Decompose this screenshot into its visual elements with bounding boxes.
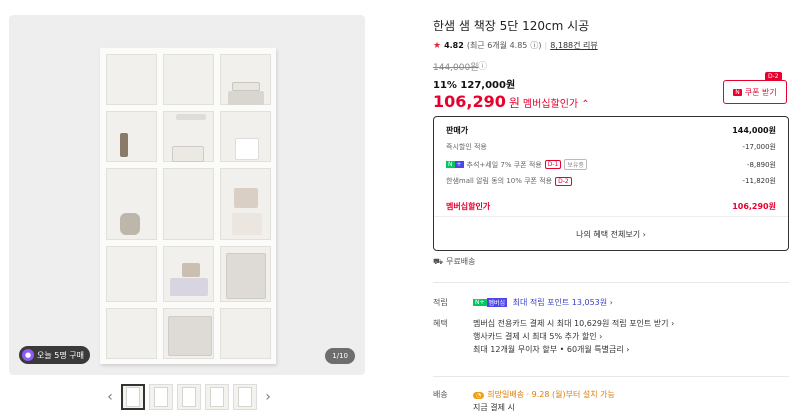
owned-tag: 보유중 [564,159,587,170]
thumbnail-3[interactable] [177,384,201,410]
free-shipping-text: 무료배송 [446,257,476,266]
delivery-key: 배송 [433,390,448,399]
bookshelf-image [100,48,276,364]
thumbnail-5[interactable] [233,384,257,410]
points-text: 최대 적립 포인트 13,053원 › [512,298,613,307]
naver-n-icon: N [733,88,742,96]
delivery-note: 지금 결제 시 [473,403,515,412]
benefit-line[interactable]: 멤버십 전용카드 결제 시 최대 10,629원 적립 포인트 받기 › [473,318,674,331]
price-info-icon[interactable]: ⓘ [478,59,487,72]
chevron-left-icon[interactable]: ‹ [103,389,117,405]
today-purchase-badge: ● 오늘 5명 구매 [19,346,90,364]
delivery-date: ◔ 희망일배송 · 9.28 (월)부터 설치 가능 [473,389,615,402]
naverpay-membership-icon: N+ 멤버십 [473,298,508,307]
naverpay-plus-icon: N + [446,161,464,168]
thumbnail-1[interactable] [121,384,145,410]
review-count-link[interactable]: 8,188건 리뷰 [550,40,598,51]
rating-recent: (최근 6개월 4.85 [466,41,528,50]
divider [433,282,789,283]
benefit-row: 한샘mall 알림 동의 10% 쿠폰 적용 D-2 -11,820원 [446,176,776,186]
member-price-unit: 원 [508,96,520,110]
divider [434,216,788,217]
dday-tag: D-2 [555,176,572,186]
points-content[interactable]: N+ 멤버십 최대 적립 포인트 13,053원 › [473,297,613,308]
rating-score: 4.82 [444,41,464,50]
benefits-key: 혜택 [433,319,448,328]
divider [433,376,789,377]
member-price: 106,290 [433,92,506,111]
points-key: 적립 [433,298,448,307]
product-title: 한샘 샘 책장 5단 120cm 시공 [433,19,590,33]
thumbnail-4[interactable] [205,384,229,410]
rating-row: ★ 4.82 (최근 6개월 4.85 ⓘ) | 8,188건 리뷰 [433,40,598,51]
all-benefits-link[interactable]: 나의 혜택 전체보기 › [434,229,788,240]
benefit-row: N + 추석+세일 7% 쿠폰 적용 D-1 보유중 -8,890원 [446,159,776,170]
product-image-gallery[interactable]: ● 오늘 5명 구매 1/10 [9,15,365,375]
benefit-line[interactable]: 최대 12개월 무이자 할부 • 60개월 특별금리 › [473,344,674,357]
sale-price: 11% 127,000원 [433,80,516,91]
member-price-label: 멤버십할인가 ⌃ [522,99,590,110]
coupon-label: 쿠폰 받기 [744,87,777,97]
purchase-icon: ● [22,349,34,361]
coupon-button[interactable]: N 쿠폰 받기 [723,80,787,104]
clock-icon: ◔ [473,392,485,399]
free-shipping: ⛟ 무료배송 [433,256,476,267]
today-purchase-text: 오늘 5명 구매 [37,350,84,360]
truck-icon: ⛟ [433,256,444,266]
chevron-right-icon[interactable]: › [261,389,275,405]
star-icon: ★ [433,40,442,51]
benefit-line[interactable]: 행사카드 결제 시 최대 5% 추가 할인 › [473,331,674,344]
image-counter: 1/10 [325,348,355,364]
member-price-row[interactable]: 106,290 원 멤버십할인가 ⌃ [433,92,590,111]
dday-tag: D-1 [544,160,562,169]
original-price: 144,000원 [433,63,479,73]
thumbnail-strip: ‹ › [103,384,275,410]
benefit-row-total: 멤버십할인가 106,290원 [446,202,776,211]
benefit-row: 판매가 144,000원 [446,126,776,135]
thumbnail-2[interactable] [149,384,173,410]
info-icon[interactable]: ⓘ) [530,40,541,51]
benefit-row: 즉시할인 적용 -17,000원 [446,143,776,151]
benefit-breakdown-box: 판매가 144,000원 즉시할인 적용 -17,000원 N + 추석+세일 7% … [433,116,789,251]
